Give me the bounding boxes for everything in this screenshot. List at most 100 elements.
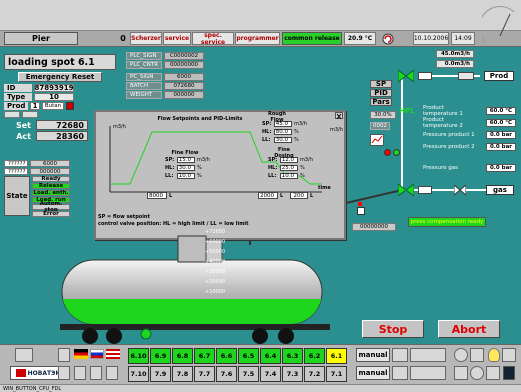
manual-row-6[interactable]: manual [356, 348, 390, 362]
fine-hl-value[interactable]: 30.0 [177, 165, 195, 171]
spot-button-6-2[interactable]: 6.2 [304, 348, 325, 364]
tank-scale-20000: +20000 [205, 279, 226, 285]
fine-sp-value[interactable]: 15.0 [177, 157, 195, 163]
rough-ll-unit: % [294, 137, 299, 143]
flag-de-icon[interactable] [74, 349, 88, 359]
bulb-icon[interactable] [488, 348, 500, 362]
grid-icon[interactable] [106, 366, 118, 380]
spot-button-6-8[interactable]: 6.8 [172, 348, 193, 364]
valve-icon[interactable] [397, 69, 415, 83]
tank-scale-10000: +10000 [205, 289, 226, 295]
stop-light-green-icon [393, 149, 400, 156]
gas-check-valve-icon [453, 183, 467, 197]
disc-icon[interactable] [454, 348, 468, 362]
calendar-icon[interactable] [74, 366, 86, 380]
volume-1-value[interactable]: 8000 [147, 192, 167, 199]
spot-button-7-5[interactable]: 7.5 [238, 366, 259, 382]
spot-button-6-3[interactable]: 6.3 [282, 348, 303, 364]
pressure-product-2-label: Pressure product 2 [423, 144, 475, 150]
spot-button-7-4[interactable]: 7.4 [260, 366, 281, 382]
flag-us-icon[interactable] [106, 349, 120, 359]
pressure-product-2-value: 0.0 bar [486, 143, 516, 151]
spot-button-7-3[interactable]: 7.3 [282, 366, 303, 382]
fine-sp-label: SP: [165, 157, 175, 163]
dosing-sp-unit: m3/h [300, 157, 313, 163]
fine-hl-unit: % [197, 165, 202, 171]
rough-sp-value[interactable]: 45.0 [274, 121, 292, 127]
spot-button-7-10[interactable]: 7.10 [128, 366, 149, 382]
spot-button-7-1[interactable]: 7.1 [326, 366, 347, 382]
manual-row-7[interactable]: manual [356, 366, 390, 380]
document-icon[interactable] [58, 348, 70, 362]
exit-icon[interactable] [503, 366, 515, 380]
dosing-ll-value[interactable]: 10.0 [280, 173, 298, 179]
ship-icon[interactable] [15, 348, 33, 362]
prod-button[interactable]: Prod [484, 71, 514, 81]
spot-button-7-7[interactable]: 7.7 [194, 366, 215, 382]
dialog-title: Flow Setpoints and PID-Limits [157, 116, 243, 122]
chart-icon[interactable] [370, 134, 384, 146]
chart-toolbar-icon[interactable] [470, 348, 484, 362]
stop-button[interactable]: Stop [362, 320, 424, 338]
tools-icon[interactable] [486, 366, 500, 380]
fine-ll-value[interactable]: 10.0 [177, 173, 195, 179]
rough-hl-value[interactable]: 80.0 [274, 129, 292, 135]
person-icon[interactable] [502, 348, 516, 362]
dosing-ll-unit: % [300, 173, 305, 179]
railcar-row-6-icon[interactable] [410, 348, 446, 362]
grid-row-6-icon[interactable] [392, 348, 408, 362]
tank-fill-level [62, 299, 322, 324]
spot-button-6-10[interactable]: 6.10 [128, 348, 149, 364]
railcar-row-7-icon[interactable] [410, 366, 446, 380]
pid-button[interactable]: PID [370, 89, 392, 97]
sp-button[interactable]: SP [370, 80, 392, 88]
tank-scale-50000: +50000 [205, 249, 226, 255]
dialog-close-icon[interactable] [335, 112, 343, 120]
spot-button-6-7[interactable]: 6.7 [194, 348, 215, 364]
gas-flowmeter-icon [418, 186, 432, 194]
fine-ll-label: LL: [165, 173, 174, 179]
graph-unit-right: m3/h [330, 127, 343, 133]
gas-valve-icon[interactable] [397, 183, 415, 197]
hpl-label: HPL [399, 107, 415, 115]
rough-ll-value[interactable]: 30.0 [274, 137, 292, 143]
pressure-compensation-status: press compensation ready [408, 217, 486, 227]
spot-button-6-1[interactable]: 6.1 [326, 348, 347, 364]
stop-light-red-icon [384, 149, 391, 156]
product-temp-2-label: Product temperature 2 [423, 117, 463, 129]
gas-button[interactable]: gas [486, 185, 514, 195]
spot-button-6-6[interactable]: 6.6 [216, 348, 237, 364]
product-temp-1-label: Product temperature 1 [423, 105, 463, 117]
dosing-sp-label: SP: [268, 157, 278, 163]
spot-button-7-9[interactable]: 7.9 [150, 366, 171, 382]
volume-2-value[interactable]: 2000 [258, 192, 278, 199]
spot-button-7-2[interactable]: 7.2 [304, 366, 325, 382]
abort-button[interactable]: Abort [438, 320, 500, 338]
pars-button[interactable]: Pars [370, 98, 392, 106]
tank-scale-30000: +30000 [205, 269, 226, 275]
pressure-gas-value: 0.0 bar [486, 164, 516, 172]
tank-car [60, 235, 330, 344]
red-dot-icon [358, 202, 362, 206]
time-axis-label: time [318, 185, 331, 191]
legend-setpoint: SP = flow setpoint [98, 214, 150, 220]
valve-percent: 30.0% [370, 111, 396, 119]
equalizer-icon[interactable] [454, 366, 468, 380]
spot-button-7-8[interactable]: 7.8 [172, 366, 193, 382]
dosing-hl-value[interactable]: 25.0 [280, 165, 298, 171]
spot-button-7-6[interactable]: 7.6 [216, 366, 237, 382]
volume-3-unit: L [310, 193, 314, 199]
rough-ll-label: LL: [262, 137, 271, 143]
spot-button-6-5[interactable]: 6.5 [238, 348, 259, 364]
bars-icon[interactable] [90, 366, 102, 380]
clock-icon[interactable] [470, 366, 484, 380]
printer-icon[interactable] [58, 366, 70, 380]
dosing-hl-unit: % [300, 165, 305, 171]
dosing-sp-value[interactable]: 12.0 [280, 157, 298, 163]
volume-3-value[interactable]: 200 [290, 192, 308, 199]
grid-row-7-icon[interactable] [392, 366, 408, 380]
statusbar: WIN_BUTTON_CPU_FDL [0, 384, 521, 392]
spot-button-6-4[interactable]: 6.4 [260, 348, 281, 364]
spot-button-6-9[interactable]: 6.9 [150, 348, 171, 364]
flag-ru-icon[interactable] [90, 349, 104, 359]
